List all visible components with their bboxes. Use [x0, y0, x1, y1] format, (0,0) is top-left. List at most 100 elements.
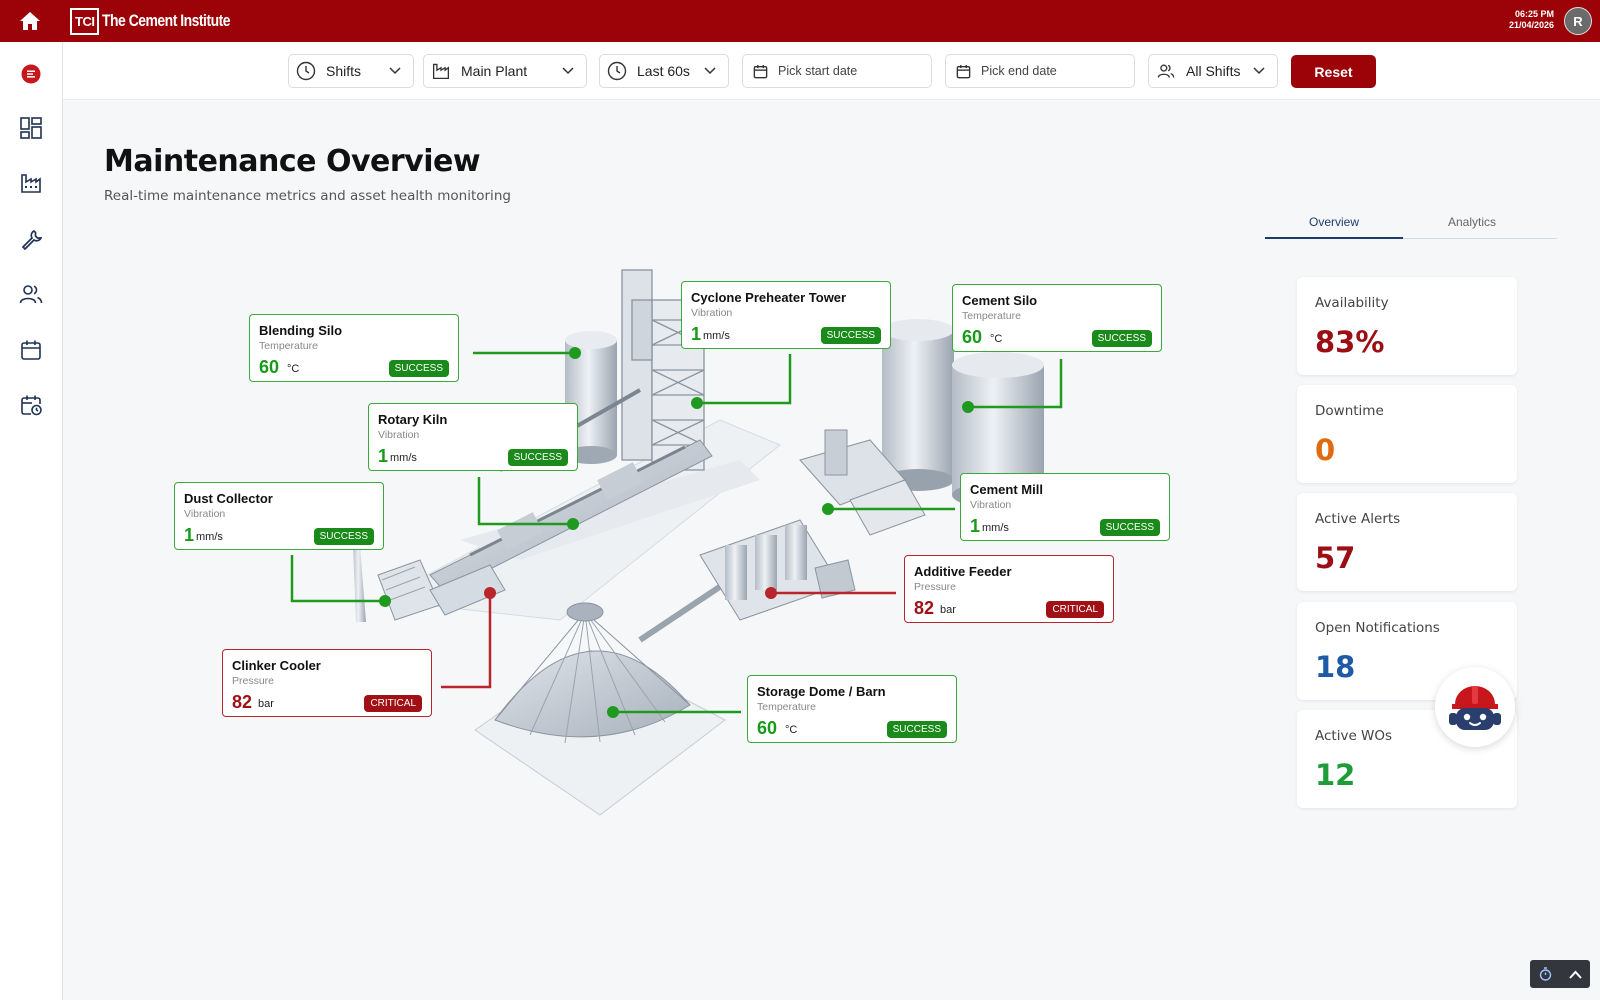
sensor-dot-clinker-cooler [484, 587, 496, 599]
logo-text: The Cement Institute [102, 11, 231, 30]
sidebar-item-dashboard[interactable] [0, 108, 62, 148]
calendar-clock-icon [21, 395, 42, 416]
stat-label: Availability [1315, 295, 1389, 311]
filter-bar: Shifts Main Plant Last 60s Pick start da… [63, 42, 1600, 100]
asset-metric: Pressure [914, 581, 957, 593]
stat-value: 12 [1315, 758, 1356, 792]
asset-unit: °C [287, 363, 300, 375]
asset-metric: Pressure [232, 675, 275, 687]
assistant-bot-button[interactable] [1435, 667, 1515, 747]
end-date-placeholder: Pick end date [981, 64, 1057, 78]
stat-value: 18 [1315, 650, 1356, 684]
stopwatch-icon [1539, 967, 1551, 981]
stat-label: Active WOs [1315, 728, 1393, 744]
asset-card-clinker-cooler[interactable]: Clinker Cooler Pressure 82 bar CRITICAL [222, 649, 432, 717]
status-badge: SUCCESS [820, 327, 881, 344]
dashboard-icon [20, 117, 42, 139]
calendar-icon [953, 61, 973, 81]
logo[interactable]: TCI The Cement Institute [70, 7, 259, 35]
asset-card-cement-silo[interactable]: Cement Silo Temperature 60 °C SUCCESS [952, 284, 1162, 352]
tab-analytics[interactable]: Analytics [1403, 205, 1541, 239]
status-badge: SUCCESS [507, 449, 568, 466]
robot-helmet-icon [1449, 686, 1501, 730]
end-date-field[interactable]: Pick end date [945, 54, 1135, 88]
status-badge: SUCCESS [1091, 330, 1152, 347]
stat-card-active-alerts[interactable]: Active Alerts 57 [1297, 493, 1517, 591]
sidebar-item-maintenance[interactable] [0, 219, 62, 259]
asset-card-rotary-kiln[interactable]: Rotary Kiln Vibration 1 mm/s SUCCESS [368, 403, 578, 471]
asset-card-blending-silo[interactable]: Blending Silo Temperature 60 °C SUCCESS [249, 314, 459, 382]
chevron-down-icon [704, 67, 718, 75]
asset-value: 60 [962, 327, 983, 347]
status-badge: SUCCESS [1099, 519, 1160, 536]
sensor-dot-cement-silo [962, 401, 974, 413]
asset-card-cyclone-preheater[interactable]: Cyclone Preheater Tower Vibration 1 mm/s… [681, 281, 891, 349]
sensor-dot-dust-collector [379, 595, 391, 607]
stat-card-availability[interactable]: Availability 83% [1297, 277, 1517, 375]
time-range-dropdown[interactable]: Last 60s [599, 54, 729, 88]
sidebar-item-users[interactable] [0, 274, 62, 314]
home-button[interactable] [0, 0, 60, 42]
shift-group-label: All Shifts [1186, 63, 1241, 79]
shifts-dropdown[interactable]: Shifts [288, 54, 414, 88]
stat-value: 83% [1315, 325, 1385, 359]
asset-name: Blending Silo [259, 323, 343, 338]
plant-label: Main Plant [461, 63, 528, 79]
menu-circle-icon [21, 64, 41, 84]
page-title: Maintenance Overview [104, 144, 481, 179]
sidebar-item-plant[interactable] [0, 163, 62, 203]
asset-card-additive-feeder[interactable]: Additive Feeder Pressure 82 bar CRITICAL [904, 555, 1114, 623]
asset-metric: Temperature [757, 701, 816, 713]
clock-icon [607, 61, 627, 81]
sensor-dot-kiln [567, 518, 579, 530]
asset-card-cement-mill[interactable]: Cement Mill Vibration 1 mm/s SUCCESS [960, 473, 1170, 541]
users-icon [19, 285, 43, 304]
asset-name: Cement Silo [962, 293, 1038, 308]
reset-button[interactable]: Reset [1291, 55, 1376, 88]
sidebar [0, 42, 63, 1000]
timer-button[interactable] [1530, 960, 1560, 988]
sidebar-toggle[interactable] [0, 54, 62, 94]
asset-name: Rotary Kiln [378, 412, 448, 427]
asset-name: Dust Collector [184, 491, 273, 506]
avatar[interactable]: R [1564, 7, 1592, 35]
asset-unit: mm/s [196, 531, 223, 543]
asset-unit: bar [258, 698, 274, 710]
home-icon [20, 12, 40, 30]
status-badge: CRITICAL [364, 695, 422, 712]
status-badge: SUCCESS [886, 721, 947, 738]
status-badge: SUCCESS [313, 528, 374, 545]
asset-metric: Vibration [691, 307, 733, 319]
collapse-button[interactable] [1560, 960, 1590, 988]
start-date-field[interactable]: Pick start date [742, 54, 932, 88]
tab-overview[interactable]: Overview [1265, 205, 1403, 239]
sidebar-item-calendar[interactable] [0, 330, 62, 370]
asset-metric: Vibration [378, 429, 420, 441]
shift-group-dropdown[interactable]: All Shifts [1148, 54, 1278, 88]
stat-card-downtime[interactable]: Downtime 0 [1297, 385, 1517, 483]
asset-metric: Vibration [184, 508, 226, 520]
clock: 06:25 PM 21/04/2026 [1509, 9, 1554, 31]
asset-value: 60 [757, 718, 778, 738]
start-date-placeholder: Pick start date [778, 64, 858, 78]
asset-unit: mm/s [390, 452, 417, 464]
clock-icon [296, 61, 316, 81]
status-badge: SUCCESS [388, 360, 449, 377]
asset-metric: Temperature [962, 310, 1021, 322]
chevron-up-icon [1568, 970, 1582, 979]
stat-label: Active Alerts [1315, 511, 1401, 527]
stat-label: Open Notifications [1315, 620, 1440, 636]
asset-unit: °C [990, 333, 1003, 345]
wrench-icon [21, 229, 42, 250]
sensor-dot-storage-dome [607, 706, 619, 718]
asset-card-dust-collector[interactable]: Dust Collector Vibration 1 mm/s SUCCESS [174, 482, 384, 550]
asset-unit: bar [940, 604, 956, 616]
clock-time: 06:25 PM [1514, 9, 1554, 19]
sensor-dot-cement-mill [822, 503, 834, 515]
plant-dropdown[interactable]: Main Plant [423, 54, 587, 88]
sensor-dot-additive-feeder [765, 587, 777, 599]
sidebar-item-schedule[interactable] [0, 385, 62, 425]
asset-card-storage-dome[interactable]: Storage Dome / Barn Temperature 60 °C SU… [747, 675, 957, 743]
asset-metric: Vibration [970, 499, 1012, 511]
stat-value: 57 [1315, 541, 1356, 575]
